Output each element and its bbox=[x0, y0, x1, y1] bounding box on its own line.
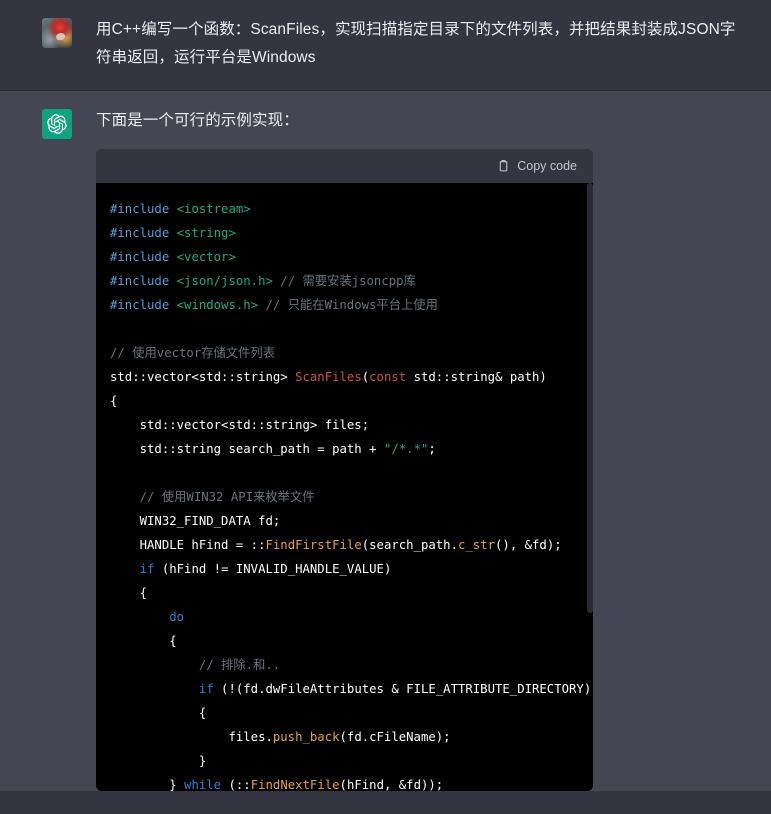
copy-code-button[interactable]: Copy code bbox=[497, 159, 577, 173]
code-block: Copy code #include <iostream> #include <… bbox=[96, 149, 593, 791]
clipboard-icon bbox=[497, 159, 510, 173]
message-inner: 下面是一个可行的示例实现： Copy code #includ bbox=[0, 107, 771, 791]
code-text[interactable]: #include <iostream> #include <string> #i… bbox=[96, 197, 593, 791]
code-body[interactable]: #include <iostream> #include <string> #i… bbox=[96, 183, 593, 791]
user-message-body: 用C++编写一个函数：ScanFiles，实现扫描指定目录下的文件列表，并把结果… bbox=[96, 16, 741, 72]
code-vertical-scrollbar[interactable] bbox=[587, 183, 593, 791]
code-vertical-scrollbar-thumb[interactable] bbox=[587, 183, 593, 613]
message-inner: 用C++编写一个函数：ScanFiles，实现扫描指定目录下的文件列表，并把结果… bbox=[0, 16, 771, 72]
assistant-message-text: 下面是一个可行的示例实现： bbox=[96, 107, 741, 135]
message-row-assistant: 下面是一个可行的示例实现： Copy code #includ bbox=[0, 90, 771, 791]
user-message-text: 用C++编写一个函数：ScanFiles，实现扫描指定目录下的文件列表，并把结果… bbox=[96, 16, 741, 72]
message-row-user: 用C++编写一个函数：ScanFiles，实现扫描指定目录下的文件列表，并把结果… bbox=[0, 0, 771, 90]
chatgpt-avatar bbox=[42, 109, 72, 139]
assistant-message-body: 下面是一个可行的示例实现： Copy code #includ bbox=[96, 107, 741, 791]
user-avatar bbox=[42, 18, 72, 48]
code-block-header: Copy code bbox=[96, 149, 593, 183]
copy-code-label: Copy code bbox=[517, 159, 577, 173]
